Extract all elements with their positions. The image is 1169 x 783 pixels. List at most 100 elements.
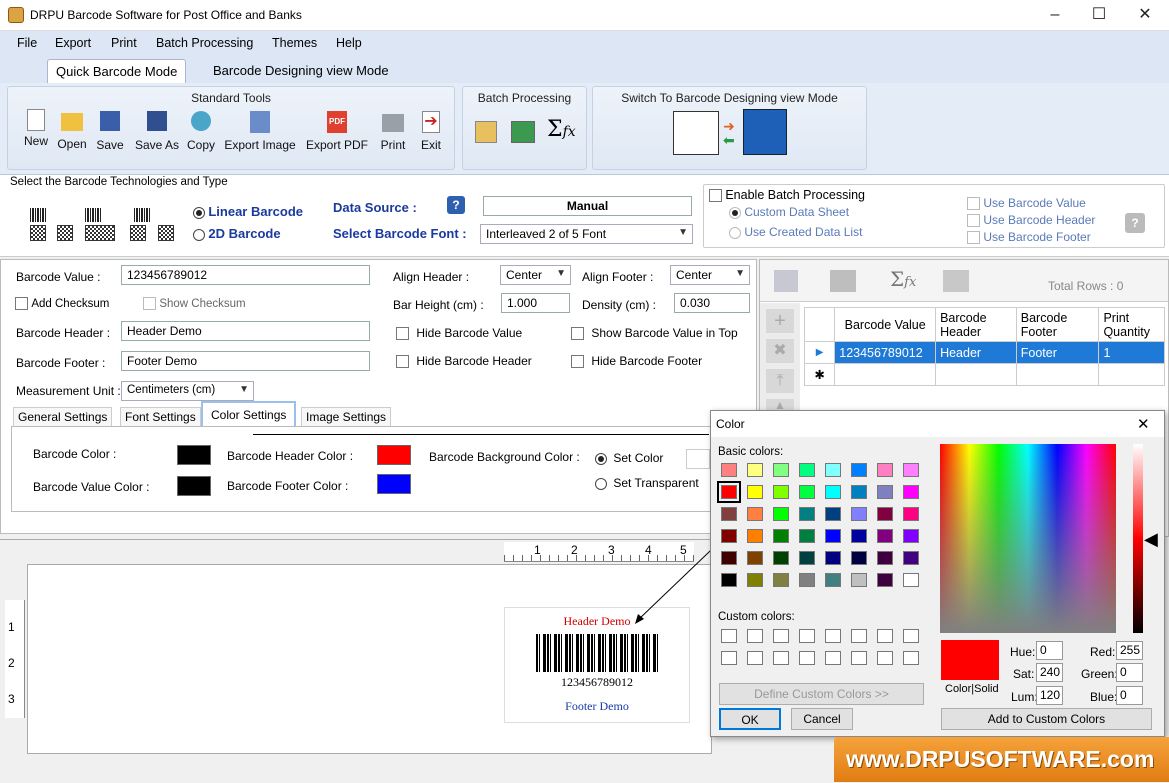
custom-color-swatch[interactable] — [825, 629, 841, 643]
tab-quick-barcode-mode[interactable]: Quick Barcode Mode — [47, 59, 187, 83]
basic-color-swatch[interactable] — [721, 507, 737, 521]
custom-color-swatch[interactable] — [721, 629, 737, 643]
enable-batch-checkbox[interactable]: Enable Batch Processing — [709, 188, 865, 203]
basic-color-swatch[interactable] — [773, 551, 789, 565]
align-header-select[interactable]: Center ▼ — [500, 265, 571, 285]
batch-help-icon[interactable]: ? — [1125, 213, 1145, 233]
bar-height-input[interactable]: 1.000 — [501, 293, 570, 313]
basic-color-swatch[interactable] — [747, 507, 763, 521]
export-pdf-button[interactable]: PDF Export PDF — [304, 109, 370, 152]
print-button[interactable]: Print — [376, 109, 410, 152]
export-image-button[interactable]: Export Image — [220, 109, 300, 152]
switch-designing-mode-icon[interactable]: ➜ ⬅ — [673, 109, 789, 157]
basic-color-swatch[interactable] — [799, 463, 815, 477]
basic-color-swatch[interactable] — [747, 573, 763, 587]
eraser-icon[interactable] — [830, 270, 856, 292]
luminance-pointer-icon[interactable]: ◀ — [1144, 529, 1158, 550]
basic-color-swatch[interactable] — [825, 507, 841, 521]
basic-color-swatch[interactable] — [851, 485, 867, 499]
basic-color-swatch[interactable] — [799, 573, 815, 587]
basic-color-swatch[interactable] — [773, 485, 789, 499]
basic-color-swatch[interactable] — [877, 529, 893, 543]
basic-color-swatch[interactable] — [903, 485, 919, 499]
hide-barcode-value-checkbox[interactable]: Hide Barcode Value — [396, 326, 522, 341]
cell-barcode-value[interactable]: 123456789012 — [834, 341, 937, 364]
formula-icon[interactable]: Σfx — [547, 117, 576, 142]
custom-color-swatch[interactable] — [903, 629, 919, 643]
col-barcode-value[interactable]: Barcode Value — [834, 307, 937, 342]
color-spectrum[interactable] — [940, 444, 1116, 633]
basic-color-swatch[interactable] — [799, 507, 815, 521]
exit-button[interactable]: ➔ Exit — [416, 109, 446, 152]
barcode-font-select[interactable]: Interleaved 2 of 5 Font ▼ — [480, 224, 693, 244]
created-data-list-radio[interactable]: Use Created Data List — [729, 225, 862, 239]
custom-data-sheet-radio[interactable]: Custom Data Sheet — [729, 205, 849, 219]
batch-edit-icon[interactable] — [475, 121, 497, 143]
cell-barcode-header[interactable]: Header — [935, 341, 1017, 364]
menu-export[interactable]: Export — [55, 36, 91, 50]
basic-color-swatch[interactable] — [773, 573, 789, 587]
basic-color-swatch[interactable] — [825, 573, 841, 587]
table-row[interactable]: ▶ 123456789012 Header Footer 1 — [803, 341, 1165, 364]
custom-color-swatch[interactable] — [747, 651, 763, 665]
tab-general-settings[interactable]: General Settings — [13, 407, 113, 426]
data-source-field[interactable]: Manual — [483, 196, 692, 216]
basic-color-swatch[interactable] — [825, 551, 841, 565]
basic-color-swatch[interactable] — [747, 485, 763, 499]
tab-image-settings[interactable]: Image Settings — [301, 407, 392, 426]
use-barcode-value-checkbox[interactable]: Use Barcode Value — [967, 196, 1086, 211]
basic-color-swatch[interactable] — [903, 551, 919, 565]
menu-print[interactable]: Print — [111, 36, 137, 50]
lum-input[interactable]: 120 — [1036, 686, 1063, 705]
basic-color-swatch[interactable] — [773, 507, 789, 521]
custom-color-swatch[interactable] — [851, 629, 867, 643]
custom-color-swatch[interactable] — [877, 629, 893, 643]
custom-color-swatch[interactable] — [799, 629, 815, 643]
luminance-slider[interactable] — [1133, 444, 1143, 633]
density-input[interactable]: 0.030 — [674, 293, 750, 313]
close-button[interactable]: ✕ — [1130, 4, 1160, 26]
tab-barcode-designing-mode[interactable]: Barcode Designing view Mode — [205, 59, 397, 83]
cancel-button[interactable]: Cancel — [791, 708, 853, 730]
help-icon[interactable]: ? — [447, 196, 465, 214]
barcode-color-swatch[interactable] — [177, 445, 211, 465]
table-new-row[interactable]: ✱ — [803, 363, 1165, 386]
barcode-header-input[interactable]: Header Demo — [121, 321, 370, 341]
basic-color-swatch[interactable] — [721, 573, 737, 587]
hide-barcode-footer-checkbox[interactable]: Hide Barcode Footer — [571, 354, 702, 369]
basic-color-swatch[interactable] — [799, 485, 815, 499]
copy-button[interactable]: Copy — [184, 109, 218, 152]
set-color-radio[interactable]: Set Color — [595, 451, 663, 465]
menu-help[interactable]: Help — [336, 36, 362, 50]
basic-color-swatch[interactable] — [877, 463, 893, 477]
menu-batch-processing[interactable]: Batch Processing — [156, 36, 253, 50]
use-barcode-footer-checkbox[interactable]: Use Barcode Footer — [967, 230, 1091, 245]
2d-barcode-radio[interactable]: 2D Barcode — [193, 226, 281, 241]
basic-color-swatch[interactable] — [773, 463, 789, 477]
basic-color-swatch[interactable] — [851, 573, 867, 587]
basic-color-swatch[interactable] — [903, 507, 919, 521]
show-checksum-checkbox[interactable]: Show Checksum — [143, 296, 246, 311]
basic-color-swatch[interactable] — [903, 529, 919, 543]
cell-barcode-footer[interactable]: Footer — [1015, 341, 1100, 364]
custom-color-swatch[interactable] — [721, 651, 737, 665]
basic-color-swatch[interactable] — [877, 507, 893, 521]
basic-color-swatch[interactable] — [825, 463, 841, 477]
align-footer-select[interactable]: Center ▼ — [670, 265, 750, 285]
basic-color-swatch[interactable] — [877, 573, 893, 587]
basic-color-swatch[interactable] — [877, 551, 893, 565]
new-button[interactable]: New — [16, 109, 56, 148]
measurement-unit-select[interactable]: Centimeters (cm) ▼ — [121, 381, 254, 401]
maximize-button[interactable]: ☐ — [1084, 4, 1114, 26]
basic-color-swatch[interactable] — [747, 463, 763, 477]
basic-color-swatch[interactable] — [851, 463, 867, 477]
formula-icon[interactable]: Σfx — [890, 267, 916, 291]
custom-color-swatch[interactable] — [773, 629, 789, 643]
basic-color-swatch[interactable] — [721, 529, 737, 543]
barcode-footer-input[interactable]: Footer Demo — [121, 351, 370, 371]
open-button[interactable]: Open — [52, 109, 92, 151]
custom-color-swatch[interactable] — [773, 651, 789, 665]
ok-button[interactable]: OK — [719, 708, 781, 730]
add-checksum-checkbox[interactable]: Add Checksum — [15, 296, 109, 311]
set-transparent-radio[interactable]: Set Transparent — [595, 476, 699, 490]
